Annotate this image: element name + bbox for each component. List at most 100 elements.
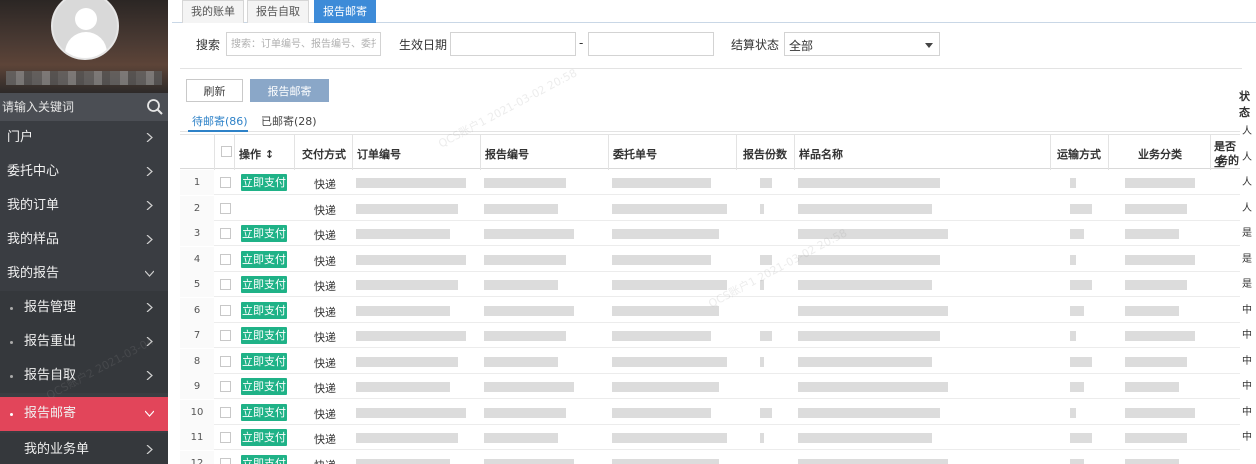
row-number: 10 (180, 399, 214, 425)
sidebar-item-report-manage[interactable]: 报告管理 (0, 291, 168, 325)
redacted-cell (760, 433, 764, 443)
row-checkbox[interactable] (220, 381, 231, 392)
redacted-cell (356, 178, 466, 188)
table-row[interactable]: 10 立即支付 快递 (180, 399, 1244, 425)
redacted-cell (356, 382, 450, 392)
delivery-method: 快递 (314, 433, 336, 446)
status-select[interactable]: 全部 (784, 32, 940, 56)
sidebar-item-report-pickup[interactable]: 报告自取 (0, 359, 168, 393)
search-input[interactable] (226, 32, 381, 56)
pay-now-button[interactable]: 立即支付 (241, 429, 287, 446)
row-number: 11 (180, 425, 214, 450)
header-copies: 报告份数 (736, 135, 794, 170)
search-icon[interactable] (146, 98, 164, 116)
date-end-input[interactable] (588, 32, 714, 56)
row-checkbox[interactable] (220, 330, 231, 341)
sidebar-item-report-mail[interactable]: 报告邮寄 (0, 397, 168, 431)
table-row[interactable]: 5 立即支付 快递 (180, 272, 1244, 297)
redacted-cell (760, 178, 772, 188)
pay-now-button[interactable]: 立即支付 (241, 225, 287, 242)
edge-cell: 人 (1242, 177, 1252, 188)
table-row[interactable]: 12 立即支付 快递 (180, 450, 1244, 464)
select-all-checkbox[interactable] (221, 146, 232, 157)
sidebar-item-samples[interactable]: 我的样品 (0, 223, 168, 257)
redacted-cell (612, 229, 719, 239)
row-checkbox[interactable] (220, 253, 231, 265)
sidebar-item-entrust[interactable]: 委托中心 (0, 155, 168, 189)
table-row[interactable]: 8 立即支付 快递 (180, 348, 1244, 374)
pay-now-button[interactable]: 立即支付 (241, 276, 287, 293)
redacted-cell (356, 331, 466, 341)
tab-bar: 我的账单 报告自取 报告邮寄 (172, 0, 1256, 23)
redacted-cell (356, 254, 466, 265)
date-start-input[interactable] (450, 32, 576, 56)
row-checkbox[interactable] (220, 202, 231, 214)
pay-now-button[interactable]: 立即支付 (241, 174, 287, 191)
subtab-sent[interactable]: 已邮寄(28) (261, 113, 317, 129)
subtab-pending[interactable]: 待邮寄(86) (192, 113, 248, 129)
pay-now-button[interactable]: 立即支付 (241, 454, 287, 464)
sidebar-item-portal[interactable]: 门户 (0, 121, 168, 155)
profile-banner (0, 0, 168, 93)
tab-my-bills[interactable]: 我的账单 (182, 0, 244, 23)
pay-now-button[interactable]: 立即支付 (241, 352, 287, 370)
row-checkbox[interactable] (220, 228, 231, 239)
redacted-cell (1070, 356, 1092, 367)
sidebar-item-reports[interactable]: 我的报告 (0, 257, 168, 291)
redacted-cell (484, 458, 574, 464)
redacted-cell (1070, 254, 1076, 265)
pay-now-button[interactable]: 立即支付 (241, 250, 287, 268)
table-row[interactable]: 11 立即支付 快递 (180, 425, 1244, 450)
delivery-method: 快递 (314, 254, 336, 268)
table-row[interactable]: 6 立即支付 快递 (180, 297, 1244, 323)
edge-cell: 人 (1242, 202, 1252, 214)
pay-now-button[interactable]: 立即支付 (241, 403, 287, 421)
pay-now-button[interactable]: 立即支付 (241, 378, 287, 395)
edge-cell: 中 (1242, 406, 1252, 418)
table-row[interactable]: 7 立即支付 快递 (180, 323, 1244, 348)
row-checkbox[interactable] (220, 457, 231, 464)
row-checkbox[interactable] (220, 279, 231, 290)
sidebar-item-orders[interactable]: 我的订单 (0, 189, 168, 223)
delivery-method: 快递 (314, 229, 336, 242)
edge-cell: 人 (1242, 151, 1252, 163)
header-delivery: 交付方式 (294, 135, 352, 170)
table-row[interactable]: 1 立即支付 快递 (180, 170, 1244, 195)
table-row[interactable]: 9 立即支付 快递 (180, 374, 1244, 399)
refresh-button[interactable]: 刷新 (186, 79, 243, 102)
edge-column-header: 状态 (1239, 90, 1250, 119)
username-redacted (6, 71, 162, 85)
row-number: 4 (180, 246, 214, 272)
row-checkbox[interactable] (220, 177, 231, 188)
sidebar-item-report-reissue[interactable]: 报告重出 (0, 325, 168, 359)
redacted-cell (612, 203, 727, 214)
pay-now-button[interactable]: 立即支付 (241, 301, 287, 319)
redacted-cell (1125, 407, 1195, 418)
header-label: 报告编号 (485, 148, 529, 161)
report-mail-button[interactable]: 报告邮寄 (250, 79, 329, 102)
redacted-cell (484, 229, 574, 239)
sidebar-search-input[interactable] (0, 93, 140, 121)
row-checkbox[interactable] (220, 355, 231, 367)
row-checkbox[interactable] (220, 406, 231, 418)
edge-cell: 中 (1242, 432, 1252, 443)
redacted-cell (798, 280, 932, 290)
row-checkbox[interactable] (220, 432, 231, 443)
avatar[interactable] (51, 0, 119, 60)
table-row[interactable]: 2 快递 (180, 195, 1244, 221)
chevron-right-icon (146, 337, 153, 346)
redacted-cell (612, 331, 711, 341)
redacted-cell (612, 433, 727, 443)
table-row[interactable]: 3 立即支付 快递 (180, 221, 1244, 246)
table-row[interactable]: 4 立即支付 快递 (180, 246, 1244, 272)
redacted-cell (612, 356, 727, 367)
redacted-cell (1125, 305, 1179, 316)
pay-now-button[interactable]: 立即支付 (241, 327, 287, 344)
header-op[interactable]: 操作 ↕ (234, 135, 294, 170)
sidebar-item-business-orders[interactable]: 我的业务单 (0, 433, 168, 464)
tab-report-mail[interactable]: 报告邮寄 (314, 0, 376, 23)
redacted-cell (356, 280, 458, 290)
filter-bar: 搜索 生效日期 - 结算状态 全部 (180, 28, 1244, 60)
row-checkbox[interactable] (220, 304, 231, 316)
tab-report-pickup[interactable]: 报告自取 (247, 0, 309, 23)
